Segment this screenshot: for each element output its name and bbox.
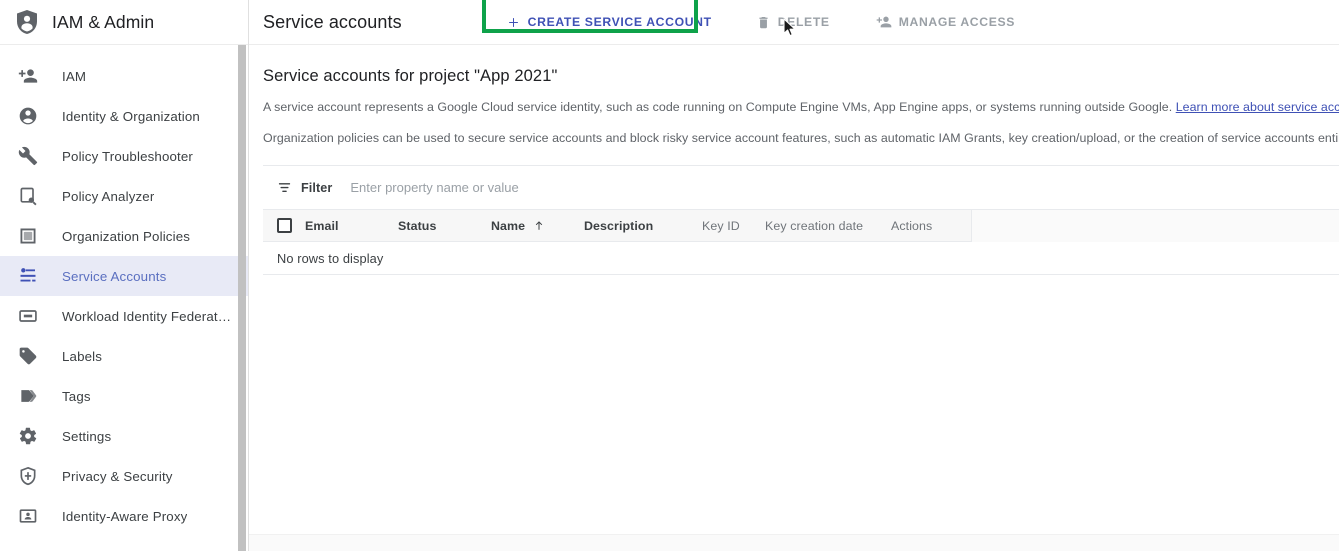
manage-access-button[interactable]: MANAGE ACCESS [866, 7, 1025, 37]
create-service-account-label: CREATE SERVICE ACCOUNT [527, 15, 712, 29]
trash-icon [756, 15, 771, 30]
sidebar-item-label: Workload Identity Federat… [62, 308, 232, 324]
description-text-2: Organization policies can be used to sec… [263, 131, 1339, 145]
content-area: Service accounts for project "App 2021" … [249, 45, 1339, 275]
sidebar-item-organization-policies[interactable]: Organization Policies [0, 216, 248, 256]
iam-admin-service-accounts-page: IAM & Admin IAM Identity & Organization … [0, 0, 1339, 551]
sidebar-item-label: Identity & Organization [62, 108, 200, 124]
label-tag-icon [17, 345, 39, 367]
sidebar-item-label: IAM [62, 68, 87, 84]
arrow-up-icon [533, 219, 545, 232]
identity-aware-proxy-icon [17, 505, 39, 527]
filter-input[interactable] [348, 179, 769, 196]
sidebar-item-tags[interactable]: Tags [0, 376, 248, 416]
filter-icon[interactable] [277, 180, 292, 195]
toolbar: Service accounts CREATE SERVICE ACCOUNT [249, 0, 1339, 45]
table-header-filler [971, 209, 1339, 242]
manage-access-wrapper: MANAGE ACCESS [866, 7, 1025, 37]
column-label: Actions [891, 218, 933, 233]
sidebar-item-identity-organization[interactable]: Identity & Organization [0, 96, 248, 136]
delete-button[interactable]: DELETE [746, 7, 840, 37]
wrench-icon [17, 145, 39, 167]
sidebar-item-label: Organization Policies [62, 228, 191, 244]
organization-policies-icon [17, 225, 39, 247]
shield-person-icon [12, 7, 42, 37]
table-header-row: Email Status Name Description Key ID Key… [263, 209, 1339, 242]
column-label: Description [584, 218, 654, 233]
sidebar-item-label: Policy Analyzer [62, 188, 155, 204]
service-accounts-table: Filter Email Status Name [263, 165, 1339, 275]
plus-icon [506, 15, 521, 30]
select-all-checkbox-cell [263, 218, 305, 233]
content-heading: Service accounts for project "App 2021" [263, 67, 558, 85]
shield-check-icon [17, 465, 39, 487]
sidebar-item-label: Policy Troubleshooter [62, 148, 194, 164]
sidebar-item-label: Privacy & Security [62, 468, 173, 484]
sidebar-item-iam[interactable]: IAM [0, 56, 248, 96]
delete-wrapper: DELETE [746, 7, 840, 37]
sidebar-item-policy-analyzer[interactable]: Policy Analyzer [0, 176, 248, 216]
column-header-key-creation-date[interactable]: Key creation date [765, 219, 891, 233]
bottom-band [249, 534, 1339, 551]
column-label: Key ID [702, 218, 740, 233]
sidebar-item-label: Tags [62, 388, 91, 404]
table-body: No rows to display [263, 242, 1339, 275]
description-paragraph-2: Organization policies can be used to sec… [249, 131, 1339, 145]
create-service-account-wrapper: CREATE SERVICE ACCOUNT [481, 0, 722, 37]
sidebar-item-settings[interactable]: Settings [0, 416, 248, 456]
delete-label: DELETE [777, 15, 830, 29]
filter-label: Filter [301, 180, 333, 195]
sidebar-item-service-accounts[interactable]: Service Accounts [0, 256, 248, 296]
account-circle-icon [17, 105, 39, 127]
sidebar-nav-list: IAM Identity & Organization Policy Troub… [0, 45, 248, 536]
gear-icon [17, 425, 39, 447]
empty-state-message: No rows to display [277, 250, 384, 266]
column-header-name[interactable]: Name [491, 219, 584, 233]
sidebar-item-policy-troubleshooter[interactable]: Policy Troubleshooter [0, 136, 248, 176]
service-account-key-icon [17, 265, 39, 287]
sidebar-title: IAM & Admin [52, 11, 155, 32]
manage-access-label: MANAGE ACCESS [898, 15, 1016, 29]
sidebar-item-label: Labels [62, 348, 103, 364]
person-add-icon [17, 65, 39, 87]
workload-identity-icon [17, 305, 39, 327]
sidebar-scrollbar-thumb[interactable] [238, 45, 246, 551]
sidebar-scrollbar-track[interactable] [238, 45, 246, 551]
column-header-email[interactable]: Email [305, 219, 398, 233]
learn-more-service-accounts-link[interactable]: Learn more about service accounts. [1176, 100, 1339, 114]
sidebar-item-label: Settings [62, 428, 112, 444]
sidebar-item-workload-identity-federation[interactable]: Workload Identity Federat… [0, 296, 248, 336]
column-header-actions: Actions [891, 219, 971, 233]
sidebar-item-label: Service Accounts [62, 268, 167, 284]
filter-bar: Filter [263, 166, 1339, 210]
column-header-key-id[interactable]: Key ID [702, 219, 765, 233]
sidebar: IAM & Admin IAM Identity & Organization … [0, 0, 249, 551]
sidebar-item-privacy-security[interactable]: Privacy & Security [0, 456, 248, 496]
column-label: Key creation date [765, 218, 864, 233]
column-label: Name [491, 218, 526, 233]
description-paragraph-1: A service account represents a Google Cl… [249, 100, 1339, 114]
column-label: Email [305, 218, 339, 233]
column-header-description[interactable]: Description [584, 219, 702, 233]
column-header-status[interactable]: Status [398, 219, 491, 233]
sidebar-header: IAM & Admin [0, 0, 248, 45]
sidebar-item-labels[interactable]: Labels [0, 336, 248, 376]
column-label: Status [398, 218, 437, 233]
checkbox-unchecked-icon[interactable] [276, 218, 292, 233]
sidebar-item-label: Identity-Aware Proxy [62, 508, 188, 524]
person-add-icon [876, 14, 892, 30]
create-service-account-button[interactable]: CREATE SERVICE ACCOUNT [496, 7, 722, 37]
sidebar-item-identity-aware-proxy[interactable]: Identity-Aware Proxy [0, 496, 248, 536]
description-text-1: A service account represents a Google Cl… [263, 100, 1176, 114]
page-title: Service accounts [263, 11, 402, 32]
tags-icon [17, 385, 39, 407]
policy-analyzer-icon [17, 185, 39, 207]
main-panel: Service accounts CREATE SERVICE ACCOUNT [249, 0, 1339, 551]
